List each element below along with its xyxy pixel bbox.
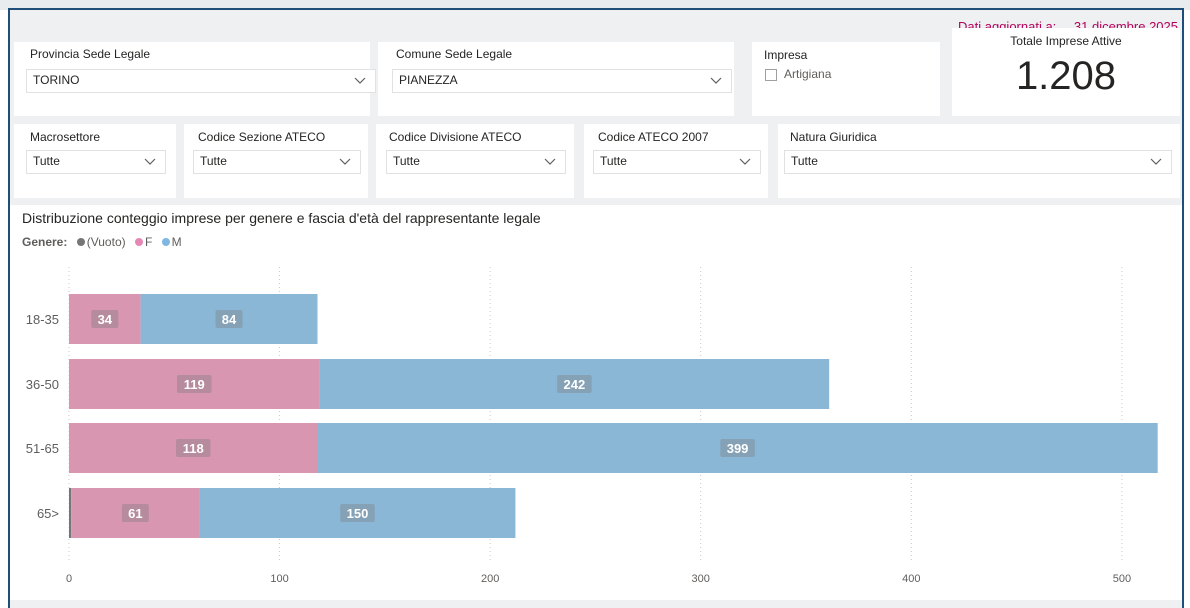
data-label: 84 [222,312,237,327]
x-tick-label: 500 [1113,573,1131,585]
y-category-label: 18-35 [26,312,59,327]
x-tick-label: 0 [66,573,72,585]
macrosettore-value: Tutte [33,154,60,168]
comune-dropdown[interactable]: PIANEZZA [392,69,732,93]
chevron-down-icon [710,77,722,84]
natura-giuridica-value: Tutte [791,154,818,168]
slicer-natura-label: Natura Giuridica [790,130,877,144]
slicer-codice-ateco: Codice ATECO 2007 Tutte [584,124,768,198]
codice-ateco-dropdown[interactable]: Tutte [593,150,761,174]
slicer-natura-giuridica: Natura Giuridica Tutte [778,124,1180,198]
data-label: 150 [347,506,369,521]
y-category-label: 36-50 [26,377,59,392]
chevron-down-icon [544,158,556,165]
slicer-comune-label: Comune Sede Legale [396,47,513,61]
sezione-ateco-dropdown[interactable]: Tutte [193,150,361,174]
slicer-impresa-label: Impresa [764,48,808,62]
bar-chart: 0 100 200 300 400 500 18-35 34 84 36-50 119 242 51-6… [26,267,1158,585]
data-label: 119 [184,377,205,392]
kpi-card: Totale Imprese Attive 1.208 [952,28,1180,116]
data-label: 61 [128,506,142,521]
codice-ateco-value: Tutte [600,154,627,168]
x-tick-label: 400 [902,573,920,585]
chevron-down-icon [354,77,366,84]
slicer-sezione-ateco: Codice Sezione ATECO Tutte [184,124,368,198]
data-label: 399 [727,441,749,456]
slicer-macrosettore-label: Macrosettore [30,130,101,144]
x-tick-label: 200 [481,573,499,585]
data-label: 34 [98,312,113,327]
chevron-down-icon [339,158,351,165]
kpi-label: Totale Imprese Attive [1010,34,1122,48]
divisione-ateco-dropdown[interactable]: Tutte [386,150,566,174]
chevron-down-icon [144,158,156,165]
slicer-divisione-label: Codice Divisione ATECO [389,130,522,144]
bar-segment[interactable] [69,488,72,538]
chart-card: Distribuzione conteggio imprese per gene… [10,205,1182,600]
sezione-ateco-value: Tutte [200,154,227,168]
artigiana-checkbox[interactable] [765,69,777,81]
slicer-provincia-label: Provincia Sede Legale [30,47,151,61]
provincia-value: TORINO [33,73,80,87]
slicer-codice-ateco-label: Codice ATECO 2007 [598,130,709,144]
x-tick-label: 100 [270,573,288,585]
slicer-macrosettore: Macrosettore Tutte [14,124,176,198]
kpi-value: 1.208 [1015,54,1117,98]
y-category-label: 65> [37,506,59,521]
chevron-down-icon [1150,158,1162,165]
slicer-impresa: Impresa Artigiana [752,42,940,116]
data-label: 242 [564,377,586,392]
provincia-dropdown[interactable]: TORINO [26,69,376,93]
slicer-sezione-label: Codice Sezione ATECO [198,130,326,144]
slicer-comune: Comune Sede Legale PIANEZZA [378,42,734,116]
divisione-ateco-value: Tutte [393,154,420,168]
artigiana-label: Artigiana [784,67,832,81]
slicer-provincia: Provincia Sede Legale TORINO [14,42,376,116]
data-label: 118 [183,441,204,456]
comune-value: PIANEZZA [399,73,458,87]
chevron-down-icon [739,158,751,165]
x-tick-label: 300 [692,573,710,585]
slicer-divisione-ateco: Codice Divisione ATECO Tutte [376,124,574,198]
y-category-label: 51-65 [26,441,59,456]
natura-giuridica-dropdown[interactable]: Tutte [784,150,1172,174]
macrosettore-dropdown[interactable]: Tutte [26,150,166,174]
